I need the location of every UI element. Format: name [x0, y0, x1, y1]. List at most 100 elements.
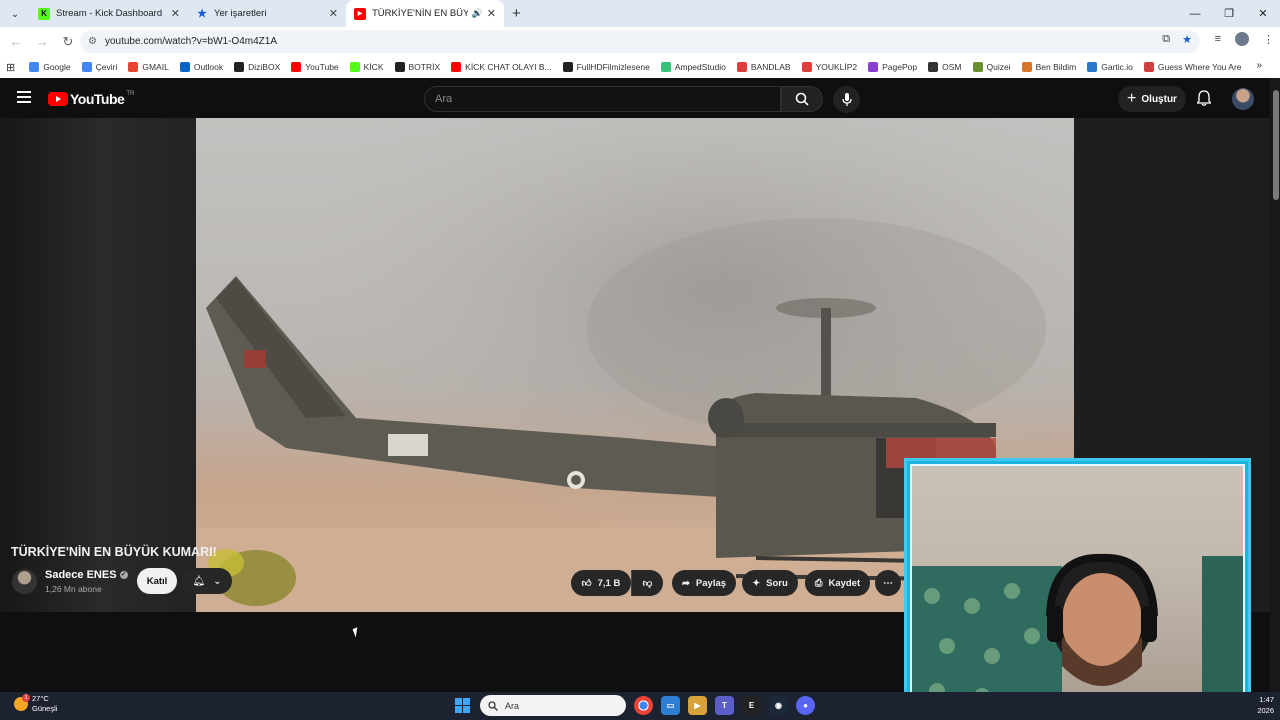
like-button[interactable]: 👍︎ 7,1 B — [571, 570, 631, 596]
bookmark-label: Gartic.io — [1101, 62, 1133, 72]
profile-avatar-icon[interactable] — [1235, 32, 1249, 46]
url-text[interactable]: youtube.com/watch?v=bW1-O4m4Z1A — [105, 36, 277, 47]
account-avatar[interactable] — [1232, 88, 1254, 110]
save-label: Kaydet — [828, 577, 861, 589]
plus-icon: + — [1127, 90, 1137, 107]
more-dots-icon: ⋯ — [883, 577, 893, 589]
steam-icon[interactable]: ◉ — [769, 696, 788, 715]
search-placeholder: Ara — [435, 93, 453, 105]
weather-temp: 27°C — [32, 694, 49, 703]
subscription-bell-button[interactable]: 🔔︎ ⌄ — [182, 568, 232, 594]
region-code: TR — [126, 91, 135, 97]
channel-avatar[interactable] — [12, 569, 37, 594]
taskbar-search[interactable]: Ara — [480, 695, 626, 716]
ask-button[interactable]: ✦ Soru — [742, 570, 798, 596]
back-icon[interactable]: ← — [4, 30, 28, 54]
bookmark-item[interactable]: AmpedStudio — [660, 62, 726, 72]
voice-search-button[interactable] — [833, 86, 860, 113]
forward-icon[interactable]: → — [30, 30, 54, 54]
bookmark-item[interactable]: BOTRİX — [394, 62, 441, 72]
media-app-icon[interactable]: ▶ — [688, 696, 707, 715]
bookmark-favicon-icon — [451, 62, 462, 72]
bookmark-item[interactable]: Çeviri — [81, 62, 117, 72]
channel-name[interactable]: Sadece ENES — [45, 569, 117, 581]
apps-grid-icon[interactable]: ⊞ — [6, 61, 15, 74]
bookmark-item[interactable]: GMAIL — [128, 62, 169, 72]
discord-icon[interactable]: ● — [796, 696, 815, 715]
close-tab-icon[interactable]: ✕ — [171, 7, 180, 20]
page-scrollbar[interactable] — [1270, 78, 1280, 692]
bookmark-item[interactable]: OSM — [928, 62, 962, 72]
share-button[interactable]: ➦ Paylaş — [672, 570, 736, 596]
webcam-overlay — [904, 458, 1251, 716]
bookmark-favicon-icon — [1021, 62, 1032, 72]
speaker-icon[interactable]: 🔊 — [472, 8, 483, 19]
bookmark-label: BANDLAB — [750, 62, 791, 72]
kick-favicon-icon: K — [38, 7, 50, 20]
bookmark-item[interactable]: DiziBOX — [234, 62, 280, 72]
scroll-thumb[interactable] — [1273, 90, 1279, 200]
tab-bookmarks[interactable]: ★ Yer işaretleri ✕ — [188, 0, 346, 27]
bookmark-item[interactable]: KİCK CHAT OLAYI B... — [451, 62, 552, 72]
site-info-icon[interactable]: ⚙ — [88, 36, 97, 47]
tab-search-chevron-icon[interactable]: ⌄ — [4, 3, 26, 25]
hamburger-menu-icon[interactable] — [17, 91, 31, 106]
windows-start-icon[interactable] — [455, 698, 470, 713]
reload-icon[interactable]: ↻ — [56, 30, 80, 54]
channel-name-wrap[interactable]: Sadece ENES ✓ — [45, 569, 128, 581]
restore-icon[interactable]: ❐ — [1212, 0, 1246, 27]
tab-kick-dashboard[interactable]: K Stream - Kick Dashboard ✕ — [30, 0, 188, 27]
bookmarks-bar: ⊞ Google Çeviri GMAIL Outlook DiziBOX YouTube… — [0, 56, 1280, 78]
bookmark-favicon-icon — [928, 62, 939, 72]
join-button[interactable]: Katıl — [137, 568, 177, 594]
bell-icon: 🔔︎ — [192, 575, 206, 587]
tab-title: TÜRKİYE'NİN EN BÜYÜK KU — [372, 8, 468, 19]
bookmark-label: BOTRİX — [408, 62, 441, 72]
bookmark-item[interactable]: YOUKLİP2 — [801, 62, 857, 72]
bookmark-favicon-icon — [1143, 62, 1154, 72]
clock-time: 1:47 — [1259, 695, 1274, 704]
menu-dots-icon[interactable]: ⋮ — [1263, 33, 1274, 46]
new-tab-icon[interactable]: + — [512, 5, 521, 22]
bookmark-item[interactable]: YouTube — [291, 62, 339, 72]
chrome-icon[interactable] — [634, 696, 653, 715]
bookmark-item[interactable]: Ben Bildim — [1021, 62, 1076, 72]
bookmark-item[interactable]: Gartic.io — [1087, 62, 1133, 72]
epic-games-icon[interactable]: E — [742, 696, 761, 715]
system-clock[interactable]: 1:47 2026 — [1257, 694, 1274, 716]
bookmark-item[interactable]: BANDLAB — [736, 62, 791, 72]
tab-youtube-video[interactable]: ▶ TÜRKİYE'NİN EN BÜYÜK KU 🔊 ✕ — [346, 0, 504, 27]
notifications-bell-icon[interactable] — [1197, 90, 1211, 106]
install-app-icon[interactable]: ⧉ — [1162, 33, 1170, 46]
windows-taskbar: 1 27°C Güneşli Ara ▭ ▶ T E ◉ ● 1:47 2026 — [0, 692, 1280, 720]
dislike-button[interactable]: 👎︎ — [631, 570, 663, 596]
bookmark-item[interactable]: PagePop — [868, 62, 917, 72]
bookmark-item[interactable]: Google — [29, 62, 71, 72]
minimize-icon[interactable]: — — [1178, 0, 1212, 27]
weather-widget[interactable]: 1 27°C Güneşli — [14, 694, 57, 714]
bookmark-favicon-icon — [660, 62, 671, 72]
bookmark-item[interactable]: KİCK — [349, 62, 384, 72]
omnibox[interactable]: ⚙ youtube.com/watch?v=bW1-O4m4Z1A ⧉ ★ — [80, 30, 1200, 53]
photos-app-icon[interactable]: ▭ — [661, 696, 680, 715]
bookmark-item[interactable]: Quizei — [972, 62, 1011, 72]
bookmark-favicon-icon — [81, 62, 92, 72]
more-bookmarks-icon[interactable]: » — [1256, 60, 1262, 71]
save-button[interactable]: ⎙ Kaydet — [805, 570, 870, 596]
more-actions-button[interactable]: ⋯ — [875, 570, 901, 596]
youtube-logo[interactable]: YouTube TR — [48, 91, 134, 107]
bookmark-item[interactable]: Outlook — [179, 62, 223, 72]
youtube-play-icon — [48, 92, 68, 106]
create-button[interactable]: + Oluştur — [1118, 86, 1186, 112]
bookmark-label: YouTube — [305, 62, 339, 72]
bookmark-star-icon[interactable]: ★ — [1182, 33, 1192, 46]
search-button[interactable] — [781, 86, 823, 112]
teams-icon[interactable]: T — [715, 696, 734, 715]
close-window-icon[interactable]: ✕ — [1246, 0, 1280, 27]
close-tab-icon[interactable]: ✕ — [329, 7, 338, 20]
search-input[interactable]: Ara — [424, 86, 781, 112]
media-controls-icon[interactable]: ≡ — [1215, 33, 1221, 45]
close-tab-icon[interactable]: ✕ — [487, 7, 496, 20]
bookmark-item[interactable]: Guess Where You Are — [1143, 62, 1242, 72]
bookmark-item[interactable]: FullHDFilmizlesene — [562, 62, 650, 72]
